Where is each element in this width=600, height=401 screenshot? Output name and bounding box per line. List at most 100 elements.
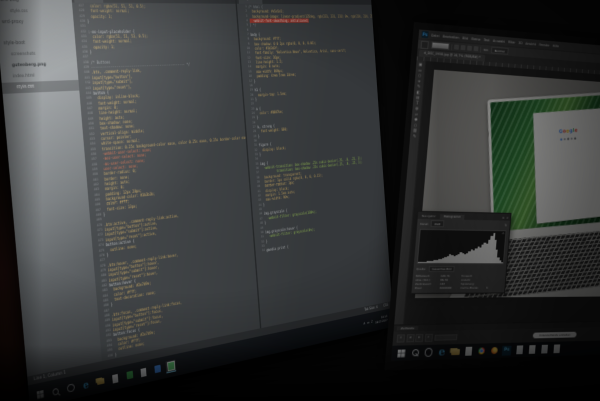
menu-item[interactable]: Bild — [462, 36, 468, 40]
tool-icon[interactable]: T — [416, 100, 419, 105]
sidebar-item-label: style.css — [16, 84, 35, 91]
canvas-area: Google Navigator Histogramm ≡ × Kanal: R… — [404, 61, 600, 324]
option-icon[interactable] — [460, 45, 466, 51]
tool-icon[interactable]: ✎ — [413, 133, 417, 138]
taskbar-app-icon[interactable] — [138, 365, 149, 379]
style-label: Stil: — [483, 47, 489, 52]
code-area-left[interactable]: 427 color: rgba(51, 51, 51, 0.5); 428 fo… — [72, 3, 260, 362]
taskbar-icon-glyph: e — [82, 377, 90, 392]
menu-item[interactable]: Hilfe — [552, 44, 559, 48]
taskbar-clock[interactable]: 20:13 18.07.2017 — [375, 314, 388, 325]
active-tool-icon[interactable] — [420, 40, 429, 49]
stat-value: 1 — [486, 285, 489, 290]
transport-button[interactable]: ▸ — [415, 334, 424, 342]
tool-preset-dropdown[interactable] — [430, 41, 450, 50]
taskbar-app-icon[interactable] — [65, 381, 77, 396]
taskbar-app-icon[interactable] — [165, 359, 177, 373]
sidebar-item-label: gutenberg.png — [11, 62, 47, 69]
taskbar-app-icon[interactable] — [514, 345, 524, 355]
cached-data-warning-icon[interactable]: ⚠ — [502, 231, 505, 235]
menu-item[interactable]: Auswahl — [493, 38, 505, 43]
menu-item[interactable]: 3D — [518, 41, 522, 45]
taskbar-app-icon[interactable] — [552, 344, 561, 354]
tool-icon[interactable]: ▤ — [416, 94, 420, 99]
taskbar-app-icon[interactable] — [450, 347, 460, 357]
taskbar-app-icon[interactable] — [527, 345, 537, 355]
taskbar-app-icon[interactable] — [476, 346, 486, 356]
channel-dropdown[interactable]: RGB — [430, 220, 445, 228]
browser-shortcut-row — [560, 137, 576, 142]
refresh-icon[interactable]: ↻ — [504, 223, 507, 227]
option-icon[interactable] — [473, 46, 479, 52]
option-icon[interactable] — [454, 44, 459, 50]
source-row: Quelle: Gesamtes Bild — [413, 265, 506, 273]
sidebar-item-label: index.html — [12, 73, 35, 80]
taskbar-app-icon[interactable] — [539, 344, 549, 354]
transport-button[interactable]: ◂ — [405, 334, 415, 343]
menu-item[interactable]: Bearbeiten — [443, 34, 460, 39]
menu-item[interactable]: Filter — [508, 40, 515, 44]
menu-item[interactable]: Fenster — [539, 42, 550, 47]
taskbar-app-icon[interactable] — [110, 371, 121, 385]
menu-item[interactable]: Text — [484, 38, 490, 42]
tool-icon[interactable]: ▣ — [419, 62, 423, 67]
taskbar-app-icon[interactable] — [124, 368, 135, 382]
timeline-dropdown[interactable] — [433, 334, 458, 341]
taskbar-app-icon[interactable] — [34, 387, 46, 401]
photo-scene: ▤ ▦ wrd-blog style.css — [0, 0, 600, 401]
transport-button[interactable]: « — [396, 334, 406, 343]
sidebar-item[interactable]: style.css — [0, 6, 73, 17]
option-icon[interactable] — [467, 45, 472, 51]
taskbar-app-icon[interactable] — [410, 348, 421, 358]
options-separator — [480, 46, 482, 53]
tray-icon[interactable]: ♪ — [371, 320, 373, 324]
source-dropdown[interactable]: Gesamtes Bild — [428, 265, 455, 273]
style-dropdown[interactable]: Normal — [490, 46, 509, 55]
laptop-browser-window: Google — [532, 108, 600, 225]
tool-icon[interactable]: ✎ — [417, 83, 421, 88]
taskbar-app-icon[interactable] — [489, 346, 499, 356]
menu-item[interactable]: Datei — [431, 33, 439, 38]
sidebar-item[interactable]: wrd-proxy — [0, 17, 74, 28]
taskbar-app-icon[interactable]: e — [80, 377, 92, 392]
right-monitor: Ps Datei Bearbeiten Bild Ebene Text Auswahl Fi… — [384, 22, 600, 371]
menu-item[interactable]: Ansicht — [525, 41, 536, 46]
taskbar-app-icon[interactable] — [49, 384, 61, 399]
tool-icon[interactable]: ○ — [418, 72, 422, 77]
taskbar-app-icon[interactable] — [396, 348, 407, 358]
sidebar-item[interactable]: style.css — [1, 79, 80, 94]
tool-icon[interactable]: ◍ — [415, 105, 419, 110]
sidebar-item-label: style-boot — [3, 41, 26, 47]
taskbar-app-icon[interactable]: Ps — [501, 345, 512, 356]
tool-icon[interactable]: ▨ — [413, 127, 417, 132]
syntax-label[interactable]: CSS — [383, 303, 388, 308]
code-text: opacity: 1; — [89, 44, 116, 50]
code-area-right[interactable]: 1 /* html { 2 background: #e5e5e5; 3 bac… — [237, 4, 392, 328]
timeline-tab[interactable]: Zeitleiste — [396, 326, 419, 331]
system-tray: ∧ ▭ ♪ 20:13 18.07.2017 — [363, 314, 390, 327]
transport-controls: «◂ ▸» — [396, 334, 433, 343]
tray-icon[interactable]: ▭ — [367, 321, 370, 325]
panel-menu-icon[interactable]: ≡ — [502, 216, 505, 220]
tray-icon[interactable]: ∧ — [363, 321, 365, 325]
taskbar-app-icon[interactable] — [95, 374, 107, 388]
code-text: } — [114, 352, 118, 358]
code-text: } */ — [249, 23, 257, 28]
create-video-timeline-button[interactable]: Videozeitleiste erstellen — [532, 331, 577, 339]
sidebar-item-label: style.css — [9, 9, 28, 15]
tool-icon[interactable]: ◆ — [414, 116, 417, 121]
taskbar-app-icon[interactable] — [152, 362, 163, 376]
tab-histogramm[interactable]: Histogramm — [439, 213, 465, 220]
clock-date: 18.07.2017 — [375, 317, 388, 325]
menu-item[interactable]: Ebene — [471, 37, 481, 42]
tab-navigator[interactable]: Navigator — [418, 213, 440, 219]
options-separator — [451, 43, 453, 50]
taskbar-app-icon[interactable]: e — [437, 345, 447, 358]
tool-icon[interactable]: ⌖ — [418, 78, 421, 83]
sidebar-item-label: screenshots — [10, 51, 36, 58]
source-label: Quelle: — [416, 266, 427, 271]
panel-close-icon[interactable]: × — [506, 216, 509, 220]
taskbar-app-icon[interactable] — [423, 347, 433, 357]
transport-button[interactable]: » — [424, 334, 433, 342]
taskbar-app-icon[interactable] — [463, 346, 473, 356]
